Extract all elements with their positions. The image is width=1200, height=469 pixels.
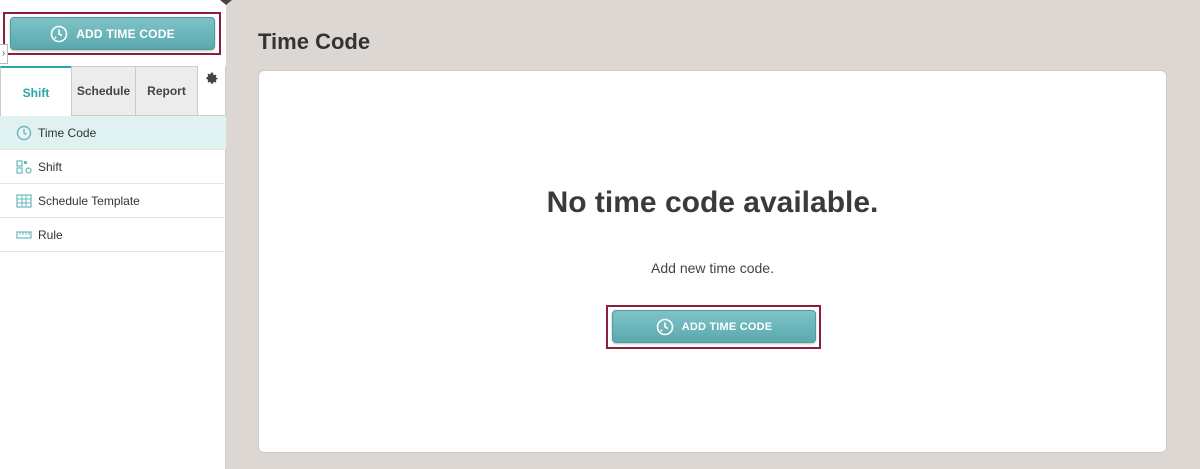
add-time-code-label: ADD TIME CODE [76, 26, 175, 41]
clock-plus-icon [656, 318, 673, 335]
sidebar-item-rule[interactable]: Rule [0, 218, 226, 252]
ruler-icon [16, 230, 32, 239]
page-title: Time Code [258, 29, 371, 54]
dropdown-pointer [220, 0, 232, 5]
sidebar-item-time-code[interactable]: Time Code [0, 116, 226, 150]
shift-icon [16, 159, 32, 174]
clock-plus-icon [50, 25, 68, 42]
tab-schedule[interactable]: Schedule [71, 66, 136, 116]
collapse-sidebar-button[interactable]: › [0, 44, 8, 64]
empty-state-title: No time code available. [546, 186, 879, 219]
sidebar-top: ADD TIME CODE › [0, 0, 226, 66]
add-time-code-button[interactable]: ADD TIME CODE [10, 17, 215, 50]
schedule-template-icon [16, 193, 32, 208]
empty-state-card: No time code available. Add new time cod… [258, 70, 1167, 453]
sidebar-item-label: Time Code [38, 125, 97, 140]
sidebar-item-shift[interactable]: Shift [0, 150, 226, 184]
sidebar-item-label: Rule [38, 227, 63, 242]
sidebar-item-label: Schedule Template [38, 193, 140, 208]
sidebar: ADD TIME CODE › Shift Schedule Report Ti… [0, 0, 226, 469]
sidebar-item-schedule-template[interactable]: Schedule Template [0, 184, 226, 218]
clock-icon [16, 125, 32, 140]
tab-report[interactable]: Report [135, 66, 198, 116]
add-time-code-label: ADD TIME CODE [681, 320, 773, 333]
sidebar-tabs: Shift Schedule Report [0, 66, 226, 117]
sidebar-menu: Time Code Shift Schedule Template Rule [0, 116, 226, 252]
gear-icon[interactable] [205, 72, 219, 86]
tab-shift[interactable]: Shift [0, 66, 72, 117]
empty-state-subtitle: Add new time code. [651, 260, 774, 276]
add-time-code-button[interactable]: ADD TIME CODE [612, 310, 816, 343]
sidebar-item-label: Shift [38, 159, 63, 174]
